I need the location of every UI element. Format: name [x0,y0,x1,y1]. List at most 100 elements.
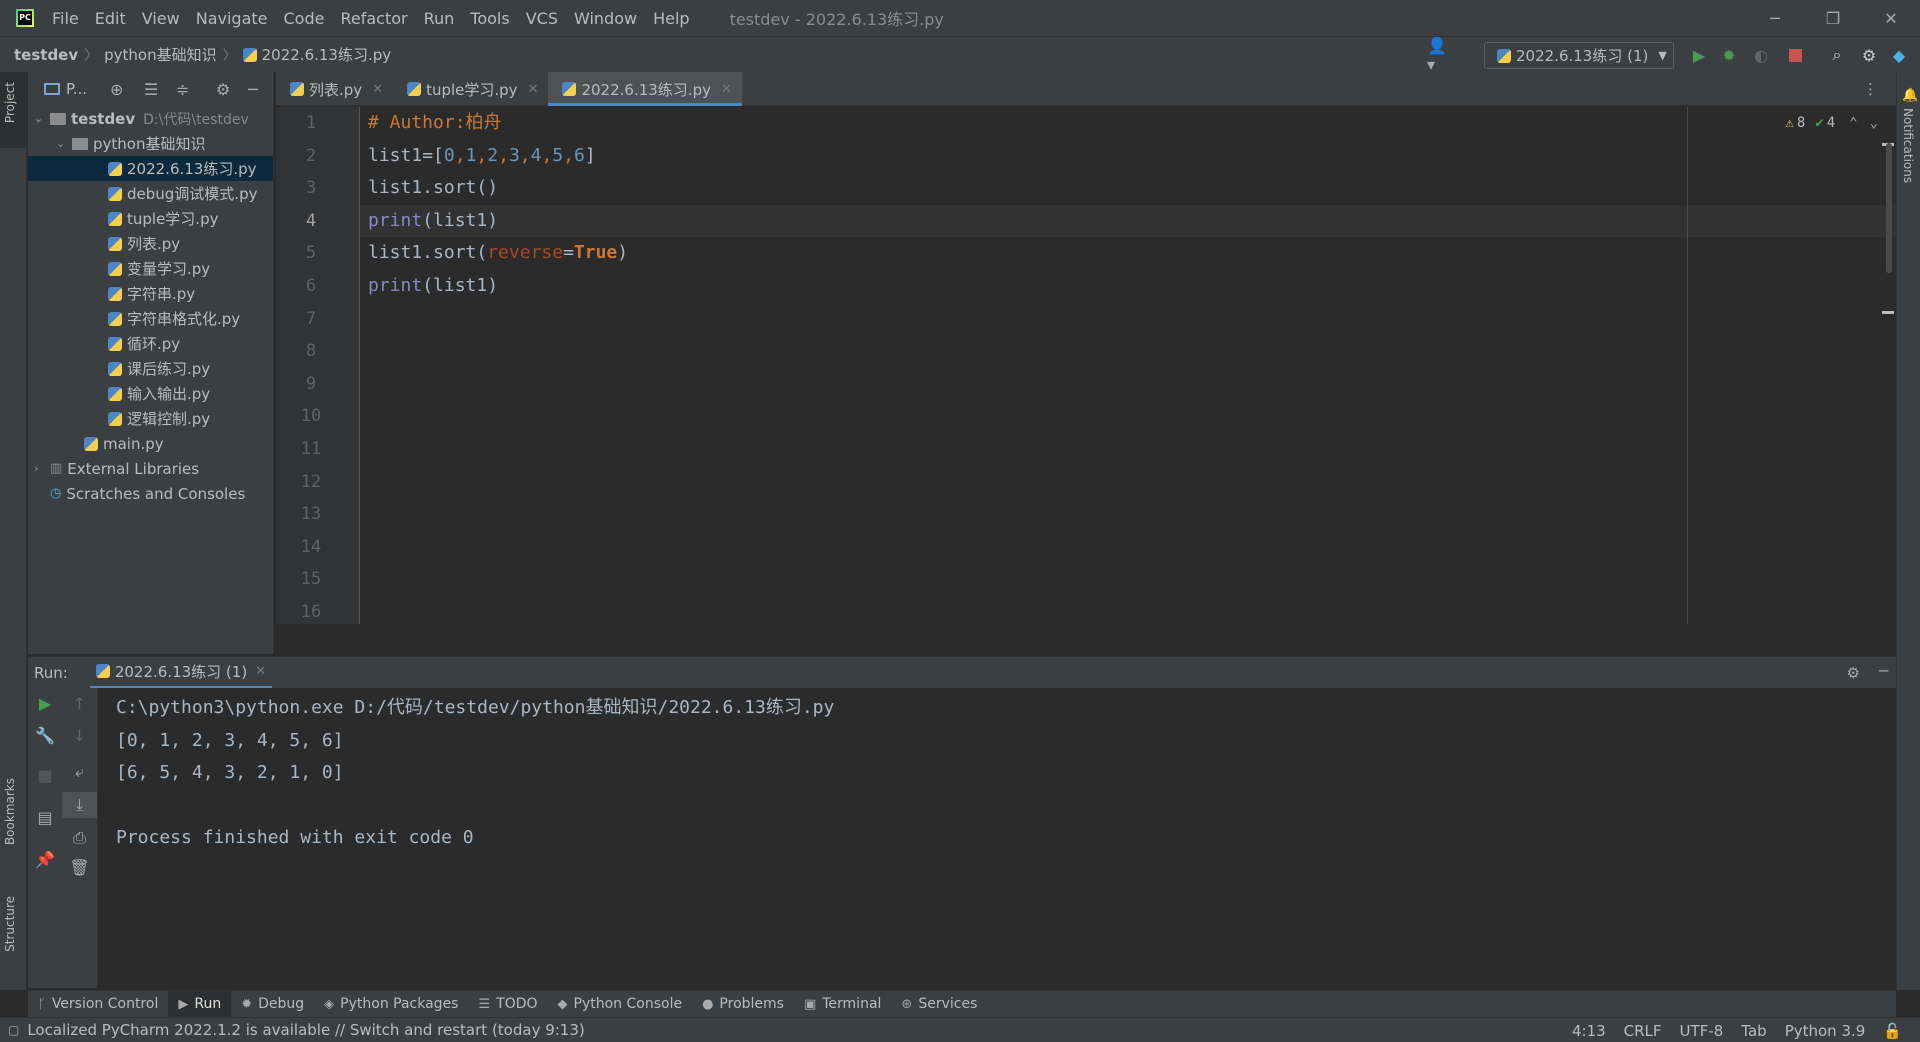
restore-button[interactable]: ❐ [1804,0,1862,36]
locate-icon[interactable]: ⊕ [110,80,123,99]
close-tab-icon[interactable]: ✕ [372,82,383,97]
tree-file[interactable]: main.py [28,431,273,456]
menu-vcs[interactable]: VCS [526,9,558,28]
tree-root[interactable]: ⌄ testdev D:\代码\testdev [28,106,273,131]
status-message[interactable]: Localized PyCharm 2022.1.2 is available … [27,1021,584,1039]
tool-tab-debug[interactable]: ✹ Debug [231,991,314,1018]
hide-panel-icon[interactable]: ─ [1879,662,1888,680]
indent-setting[interactable]: Tab [1741,1022,1766,1040]
stop-icon[interactable]: ■ [28,766,62,785]
hide-panel-icon[interactable]: ─ [248,80,258,99]
project-tool-tab[interactable]: Project [3,82,17,123]
gear-icon[interactable]: ⚙ [216,80,230,99]
menu-run[interactable]: Run [424,9,455,28]
tool-tab-python-console[interactable]: ◆ Python Console [548,991,693,1018]
next-highlight-icon[interactable]: ⌄ [1870,115,1878,131]
breadcrumb-project[interactable]: testdev [14,46,78,64]
menu-view[interactable]: View [142,9,180,28]
menu-edit[interactable]: Edit [95,9,126,28]
tree-file[interactable]: 2022.6.13练习.py [28,156,273,181]
tool-tab-services[interactable]: ⊛ Services [891,991,987,1018]
menu-tools[interactable]: Tools [470,9,509,28]
menu-file[interactable]: File [52,9,79,28]
expand-all-icon[interactable]: ☰ [144,80,158,99]
close-window-button[interactable]: ✕ [1862,0,1920,36]
tool-tab-todo[interactable]: ☰ TODO [468,991,547,1018]
editor-scrollbar[interactable] [1880,107,1896,654]
structure-tool-tab[interactable]: Structure [3,896,17,952]
search-icon[interactable]: ⌕ [1828,45,1846,64]
arrow-down-icon[interactable]: ↓ [62,726,97,745]
soft-wrap-icon[interactable]: ⤶ [62,762,97,782]
lock-icon[interactable]: 🔓 [1883,1022,1902,1040]
tree-file[interactable]: 列表.py [28,231,273,256]
tree-folder[interactable]: ⌄ python基础知识 [28,131,273,156]
editor-tab-active[interactable]: 2022.6.13练习.py ✕ [548,72,743,106]
stop-icon[interactable] [1786,46,1804,64]
tree-scratches[interactable]: ◷ Scratches and Consoles [28,481,273,506]
notifications-tool-tab[interactable]: Notifications [1901,108,1915,183]
tree-file[interactable]: 字符串格式化.py [28,306,273,331]
tree-file[interactable]: 逻辑控制.py [28,406,273,431]
run-configuration-select[interactable]: 2022.6.13练习 (1) ▼ [1484,42,1674,69]
run-icon[interactable]: ▶ [1690,46,1708,65]
run-tab[interactable]: 2022.6.13练习 (1) ✕ [89,657,273,689]
console-output[interactable]: C:\python3\python.exe D:/代码/testdev/pyth… [116,692,834,855]
tree-external-libraries[interactable]: › ▥ External Libraries [28,456,273,481]
gear-icon[interactable]: ⚙ [1847,664,1860,682]
menu-refactor[interactable]: Refactor [340,9,407,28]
tool-tab-run[interactable]: ▶ Run [168,990,232,1018]
tree-file[interactable]: 变量学习.py [28,256,273,281]
wrench-icon[interactable]: 🔧 [28,726,62,745]
tree-file[interactable]: 输入输出.py [28,381,273,406]
debug-icon[interactable]: ✹ [1720,46,1738,65]
editor-tab[interactable]: tuple学习.py ✕ [393,72,548,106]
tree-file[interactable]: 课后练习.py [28,356,273,381]
python-interpreter[interactable]: Python 3.9 [1785,1022,1866,1040]
caret-position[interactable]: 4:13 [1572,1022,1606,1040]
editor-tab[interactable]: 列表.py ✕ [276,72,393,106]
layout-icon[interactable]: ▤ [28,808,62,827]
close-tab-icon[interactable]: ✕ [528,82,539,97]
code-area[interactable]: # Author:柏舟 list1=[0,1,2,3,4,5,6] list1.… [368,107,1896,303]
breadcrumb-folder[interactable]: python基础知识 [104,44,216,65]
tool-tab-terminal[interactable]: ▣ Terminal [794,991,891,1018]
tree-file[interactable]: debug调试模式.py [28,181,273,206]
tree-file[interactable]: 字符串.py [28,281,273,306]
close-tab-icon[interactable]: ✕ [255,664,266,679]
pin-icon[interactable]: 📌 [28,850,62,869]
previous-highlight-icon[interactable]: ⌃ [1849,115,1857,131]
tool-tab-python-packages[interactable]: ◈ Python Packages [314,991,468,1018]
project-header-label[interactable]: P... [66,80,87,98]
collapse-all-icon[interactable]: ≑ [176,80,189,99]
menu-code[interactable]: Code [284,9,325,28]
menu-help[interactable]: Help [653,9,689,28]
file-encoding[interactable]: UTF-8 [1680,1022,1724,1040]
ide-update-icon[interactable]: ◆ [1890,46,1908,65]
more-options-icon[interactable]: ⋮ [1863,80,1878,98]
code-editor[interactable]: 1 2 3 4 5 6 7 8 9 10 11 12 13 14 15 16 #… [276,107,1896,654]
print-icon[interactable]: ⎙ [62,828,97,848]
tree-file[interactable]: tuple学习.py [28,206,273,231]
close-tab-icon[interactable]: ✕ [721,82,732,97]
menu-window[interactable]: Window [574,9,637,28]
tool-tab-problems[interactable]: ● Problems [692,991,794,1018]
bookmarks-tool-tab[interactable]: Bookmarks [3,778,17,845]
tree-file[interactable]: 循环.py [28,331,273,356]
coverage-icon[interactable]: ◐ [1752,46,1770,65]
line-separator[interactable]: CRLF [1624,1022,1662,1040]
minimize-button[interactable]: ─ [1746,0,1804,36]
trash-icon[interactable]: 🗑 [62,858,97,877]
toggle-tool-windows-icon[interactable]: ▢ [8,1023,19,1037]
inspection-widget[interactable]: ⚠ 8 ✔ 4 ⌃ ⌄ [1785,115,1878,131]
tool-tab-version-control[interactable]: ᚴ Version Control [28,991,168,1018]
arrow-up-icon[interactable]: ↑ [62,694,97,713]
menu-navigate[interactable]: Navigate [196,9,268,28]
breadcrumb-file[interactable]: 2022.6.13练习.py [262,44,392,65]
run-panel-label: Run: [34,663,68,682]
scroll-to-end-icon[interactable]: ⤓ [62,792,97,818]
bell-icon[interactable]: 🔔 [1902,88,1918,103]
user-icon[interactable]: 👤▾ [1427,36,1447,74]
rerun-icon[interactable]: ▶ [28,694,62,713]
settings-icon[interactable]: ⚙ [1860,46,1878,65]
